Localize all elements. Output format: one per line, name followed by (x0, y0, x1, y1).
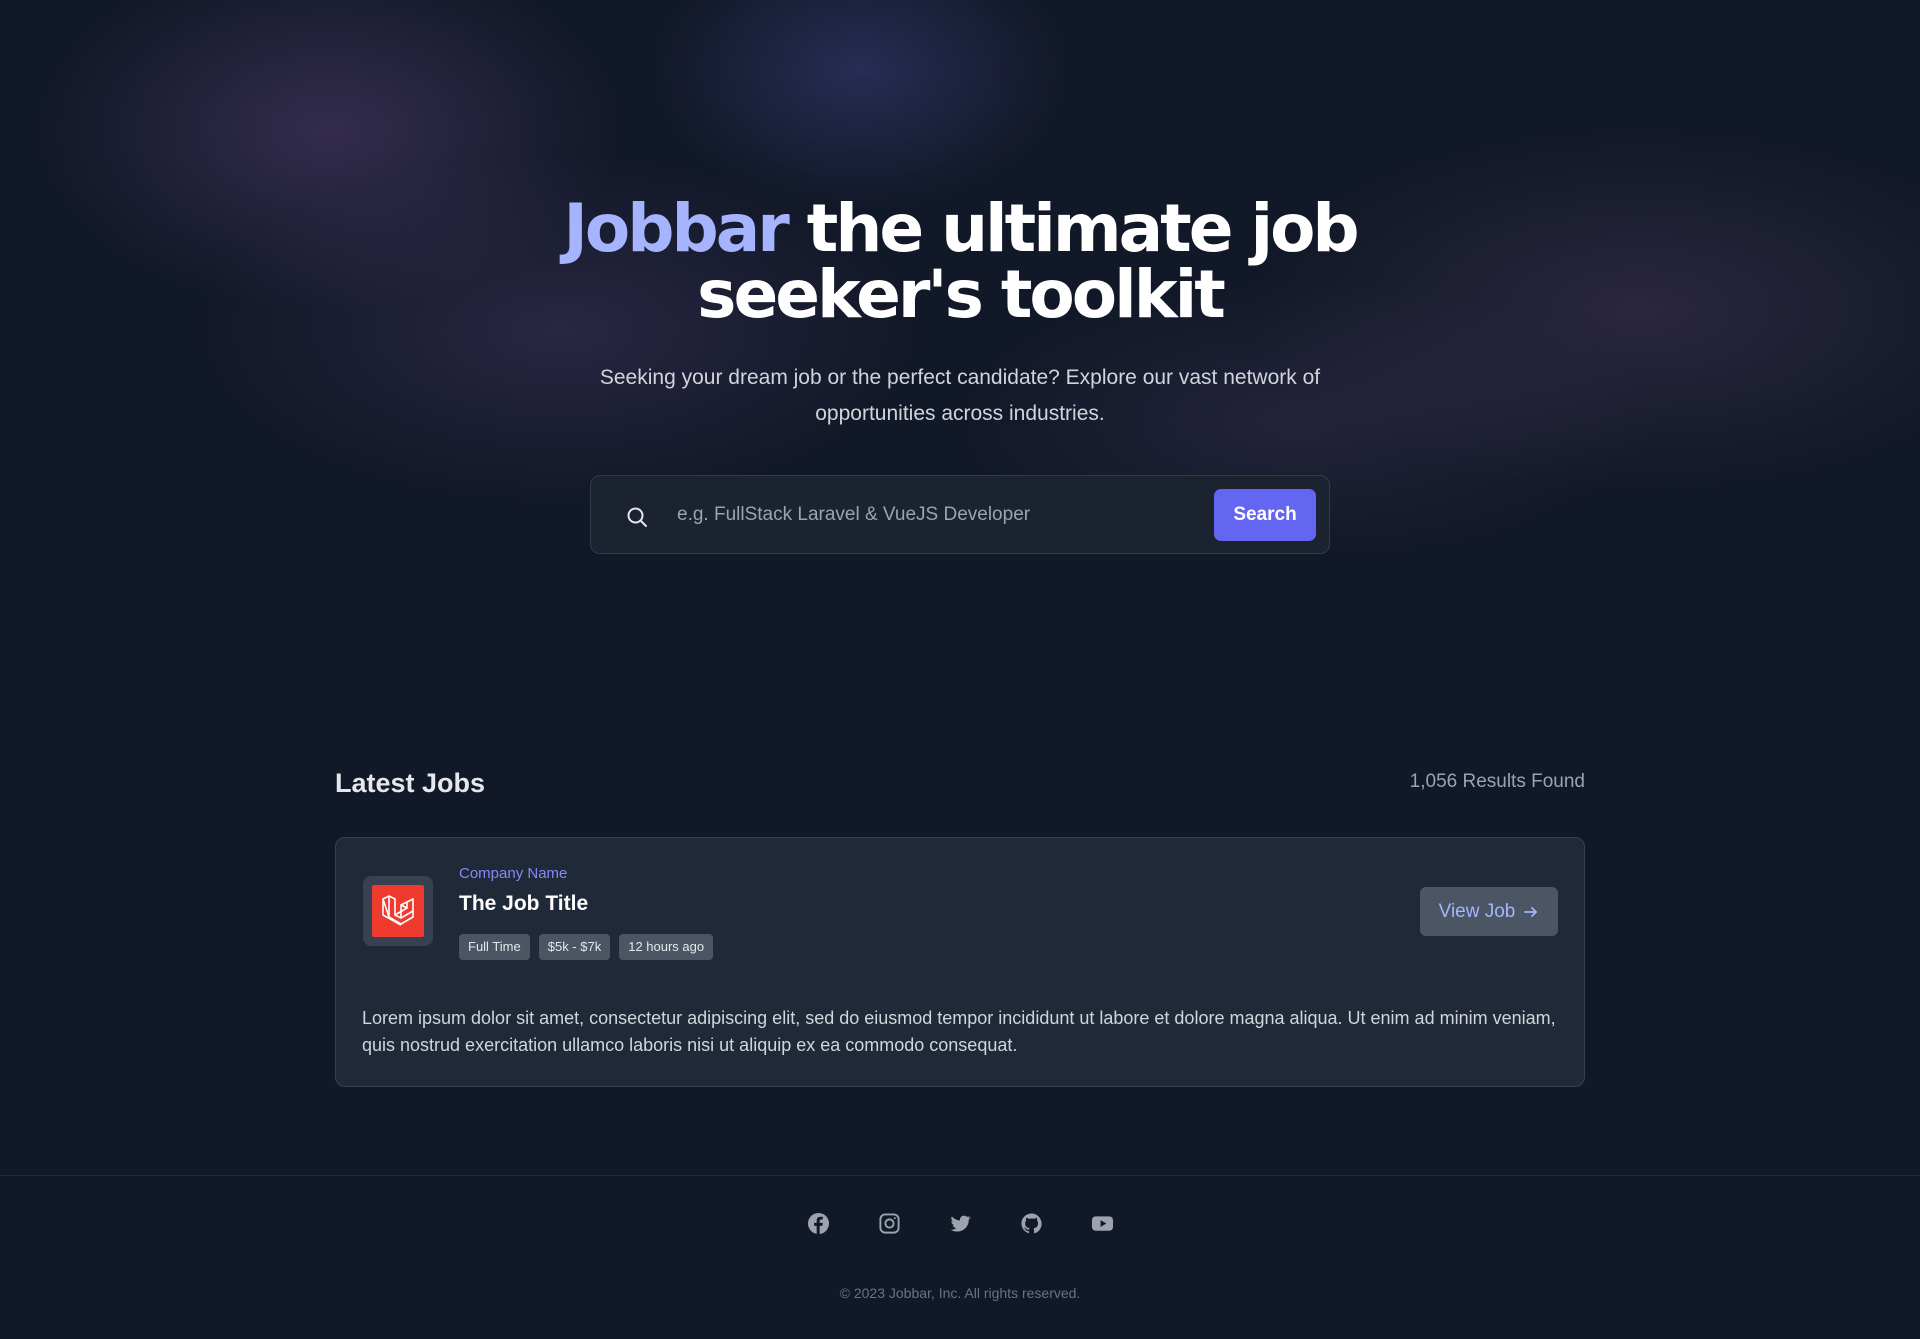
search-bar: Search (590, 475, 1330, 554)
headline-line-2: seeker's toolkit (697, 256, 1226, 333)
github-icon[interactable] (1020, 1212, 1043, 1235)
job-tags: Full Time $5k - $7k 12 hours ago (459, 934, 714, 960)
tag-employment-type: Full Time (459, 934, 530, 960)
instagram-icon[interactable] (878, 1212, 901, 1235)
company-name[interactable]: Company Name (459, 865, 567, 882)
company-logo (363, 876, 433, 946)
hero-headline: Jobbar the ultimate job seeker's toolkit (0, 196, 1920, 328)
view-job-label: View Job (1438, 900, 1516, 922)
hero-subtitle: Seeking your dream job or the perfect ca… (599, 366, 1321, 425)
tag-salary: $5k - $7k (538, 934, 611, 960)
copyright: © 2023 Jobbar, Inc. All rights reserved. (839, 1285, 1081, 1301)
job-title[interactable]: The Job Title (459, 892, 588, 916)
search-button[interactable]: Search (1214, 489, 1316, 541)
job-card[interactable]: Company Name The Job Title Full Time $5k… (335, 837, 1585, 1087)
hero: Jobbar the ultimate job seeker's toolkit… (0, 196, 1920, 432)
search-icon (627, 507, 647, 527)
tag-posted-time: 12 hours ago (619, 934, 714, 960)
footer-divider (0, 1175, 1920, 1176)
arrow-right-icon (1524, 906, 1538, 917)
latest-jobs-title: Latest Jobs (335, 768, 486, 798)
facebook-icon[interactable] (807, 1212, 830, 1235)
job-description: Lorem ipsum dolor sit amet, consectetur … (362, 1008, 1556, 1055)
social-links (0, 1212, 1920, 1235)
twitter-icon[interactable] (949, 1212, 972, 1235)
laravel-logo-icon (372, 885, 424, 937)
view-job-button[interactable]: View Job (1420, 887, 1558, 936)
results-count: 1,056 Results Found (1409, 771, 1585, 792)
youtube-icon[interactable] (1091, 1212, 1114, 1235)
search-input[interactable] (677, 494, 1187, 536)
